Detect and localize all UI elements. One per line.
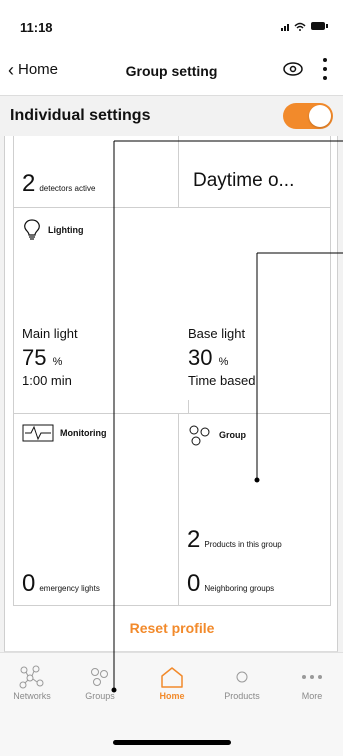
settings-content: 2 detectors active Daytime o... Lighting… <box>4 136 338 606</box>
home-indicator <box>113 740 231 745</box>
detectors-label: detectors active <box>39 184 96 193</box>
eye-icon[interactable] <box>283 61 303 77</box>
tab-groups-label: Groups <box>85 691 115 701</box>
more-icon <box>302 675 322 679</box>
nav-bar: ‹ Home Group setting <box>0 46 343 96</box>
daytime-text: Daytime o... <box>193 170 295 191</box>
tab-home-label: Home <box>159 691 185 701</box>
home-icon <box>161 667 183 688</box>
reset-profile-button[interactable]: Reset profile <box>5 620 339 636</box>
section-title: Individual settings <box>10 107 151 124</box>
group-icon <box>189 425 210 446</box>
network-icon <box>19 665 44 689</box>
tab-groups[interactable]: Groups <box>70 663 130 701</box>
signal-wifi-battery-icon <box>281 22 328 31</box>
more-menu-icon[interactable] <box>321 58 329 80</box>
tab-networks-label: Networks <box>13 691 51 701</box>
main-light-value: 75 <box>22 345 47 370</box>
monitoring-tile[interactable]: Monitoring 0 emergency lights <box>13 414 179 606</box>
main-light-name: Main light <box>22 326 78 341</box>
tab-products-label: Products <box>224 691 260 701</box>
reset-area: Reset profile <box>4 606 338 652</box>
tab-more-label: More <box>301 691 323 701</box>
neighbor-label: Neighboring groups <box>204 584 275 593</box>
neighbor-count: 0 <box>187 570 201 597</box>
lighting-tile[interactable]: Lighting Main light 75 % 1:00 min Base l… <box>13 208 331 486</box>
products-icon <box>236 671 248 683</box>
tab-more[interactable]: More <box>282 663 342 701</box>
tab-networks[interactable]: Networks <box>2 663 62 701</box>
individual-settings-toggle[interactable] <box>283 103 333 129</box>
daytime-tile[interactable]: Daytime o... <box>179 136 331 208</box>
lighting-title: Lighting <box>48 225 84 235</box>
monitoring-icon <box>22 424 54 442</box>
main-light-info: Main light 75 % 1:00 min <box>22 326 78 388</box>
base-light-value: 30 <box>188 345 213 370</box>
lightbulb-icon <box>24 219 40 240</box>
status-time: 11:18 <box>20 20 53 35</box>
base-light-name: Base light <box>188 326 246 341</box>
products-label: Products in this group <box>204 540 282 549</box>
group-title: Group <box>219 430 246 440</box>
emergency-count: 0 <box>22 570 36 597</box>
emergency-label: emergency lights <box>39 584 100 593</box>
tab-home[interactable]: Home <box>142 663 202 701</box>
base-light-unit: % <box>218 356 229 368</box>
base-light-info: Base light 30 % Time based <box>188 326 255 388</box>
back-label: Home <box>18 61 59 78</box>
chevron-left-icon: ‹ <box>8 59 14 80</box>
back-button[interactable]: ‹ Home <box>8 59 59 80</box>
status-icons <box>281 20 329 35</box>
groups-icon <box>91 668 108 686</box>
main-light-duration: 1:00 min <box>22 373 72 388</box>
status-bar: 11:18 <box>0 0 343 46</box>
main-light-unit: % <box>52 356 63 368</box>
detectors-tile[interactable]: 2 detectors active <box>13 136 179 208</box>
base-light-mode: Time based <box>188 373 256 388</box>
group-tile[interactable]: Group 2 Products in this group 0 Neighbo… <box>179 414 331 606</box>
detectors-count: 2 <box>22 170 36 197</box>
toggle-knob <box>309 105 331 127</box>
section-header: Individual settings <box>0 96 343 136</box>
products-count: 2 <box>187 526 201 553</box>
tab-products[interactable]: Products <box>212 663 272 701</box>
monitoring-title: Monitoring <box>60 428 107 438</box>
